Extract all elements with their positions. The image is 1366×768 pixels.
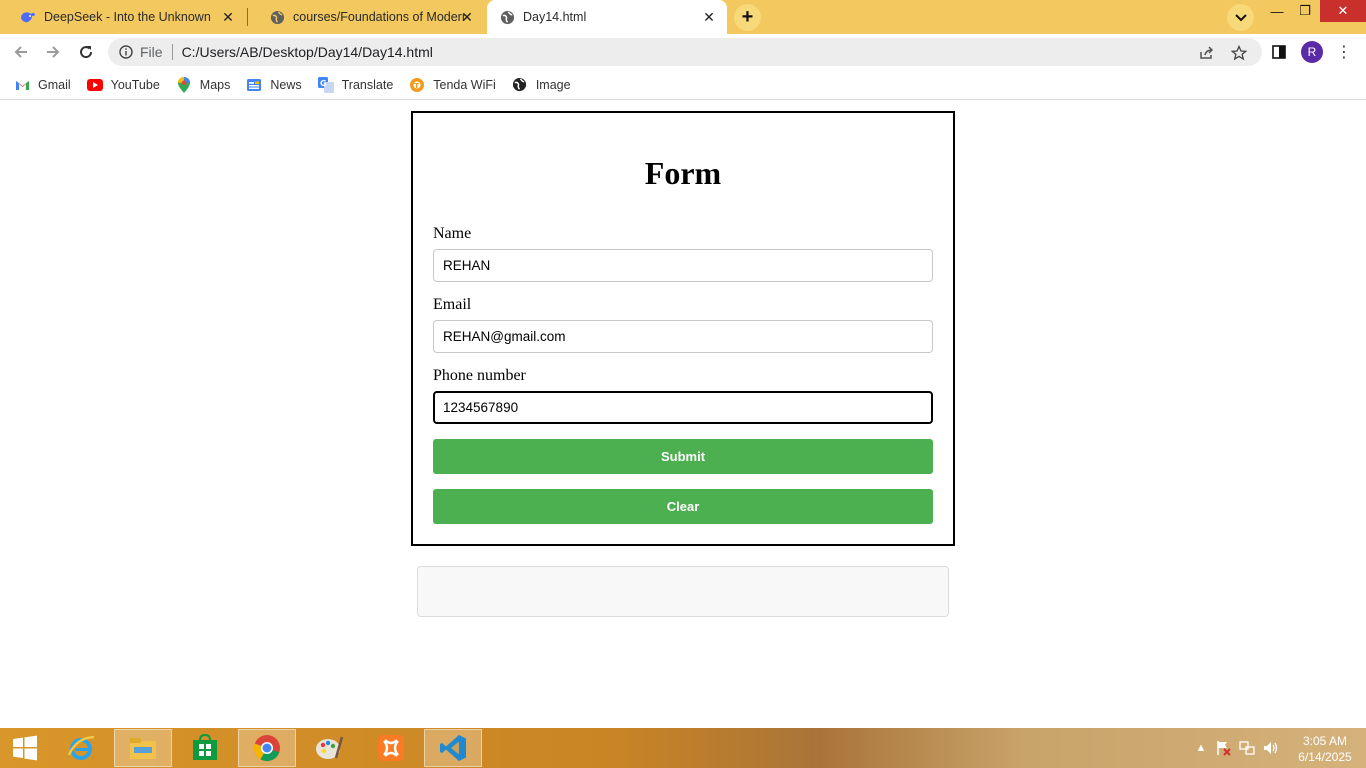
bookmark-translate[interactable]: G Translate [317, 73, 394, 97]
paint-icon [316, 736, 344, 759]
chevron-down-icon [1234, 13, 1247, 21]
more-menu-icon[interactable]: ⋮ [1333, 41, 1355, 63]
restore-button[interactable]: ❐ [1290, 0, 1320, 22]
tab-title: DeepSeek - Into the Unknown [44, 10, 211, 24]
bookmark-label: YouTube [110, 77, 160, 92]
file-explorer-icon [130, 738, 156, 759]
profile-avatar[interactable]: R [1301, 41, 1323, 63]
show-hidden-icons-icon[interactable]: ▲ [1193, 740, 1209, 756]
chrome-icon [253, 735, 280, 762]
bookmark-label: Tenda WiFi [433, 77, 496, 92]
address-divider [171, 44, 173, 60]
address-bar[interactable]: File C:/Users/AB/Desktop/Day14/Day14.htm… [108, 38, 1262, 66]
bookmark-maps[interactable]: Maps [176, 73, 231, 97]
bookmark-gmail[interactable]: Gmail [14, 73, 71, 97]
form-container: Form Name REHAN Email REHAN@gmail.com Ph… [411, 111, 955, 546]
store-icon [193, 734, 217, 760]
tab-deepseek[interactable]: DeepSeek - Into the Unknown ✕ [0, 0, 246, 34]
new-tab-button[interactable]: + [734, 4, 761, 31]
tab-day14[interactable]: Day14.html ✕ [487, 0, 727, 34]
arrow-right-icon [47, 46, 60, 58]
close-icon[interactable]: ✕ [220, 9, 236, 25]
globe-icon [269, 9, 285, 25]
start-button[interactable] [0, 729, 50, 767]
close-icon[interactable]: ✕ [459, 9, 475, 25]
image-globe-icon [512, 77, 528, 93]
share-icon[interactable] [1198, 44, 1216, 62]
taskbar-store[interactable] [176, 729, 234, 767]
tab-title: Day14.html [523, 10, 587, 24]
taskbar-paint[interactable] [300, 729, 358, 767]
bookmark-tenda-wifi[interactable]: T Tenda WiFi [409, 73, 496, 97]
info-icon[interactable] [118, 44, 134, 60]
taskbar-vscode[interactable] [424, 729, 482, 767]
bookmark-label: Maps [199, 77, 231, 92]
tenda-icon: T [409, 77, 425, 93]
svg-text:G: G [320, 79, 327, 88]
taskbar-xampp[interactable] [362, 729, 420, 767]
bookmark-image[interactable]: Image [512, 73, 571, 97]
scheme-label: File [140, 44, 163, 60]
clock-date: 6/14/2025 [1298, 750, 1352, 764]
bookmark-star-icon[interactable] [1230, 44, 1248, 62]
arrow-left-icon [14, 46, 27, 58]
clear-button[interactable]: Clear [433, 489, 933, 524]
browser-toolbar: File C:/Users/AB/Desktop/Day14/Day14.htm… [0, 34, 1366, 70]
news-icon [246, 77, 262, 93]
forward-button[interactable] [41, 40, 65, 64]
tab-title: courses/Foundations of Modern [293, 10, 465, 24]
bookmark-label: News [270, 77, 302, 92]
tab-search-button[interactable] [1227, 4, 1254, 31]
tab-divider [247, 8, 248, 26]
bookmarks-bar: Gmail YouTube Maps News G Translate T Te… [0, 70, 1366, 100]
start-icon [13, 735, 37, 761]
taskbar-file-explorer[interactable] [114, 729, 172, 767]
globe-icon [499, 9, 515, 25]
side-panel-button[interactable] [1268, 41, 1290, 63]
action-center-flag-icon[interactable] [1215, 740, 1231, 756]
xampp-icon [378, 735, 404, 761]
phone-label: Phone number [433, 367, 526, 384]
side-panel-icon [1272, 45, 1286, 59]
form-title: Form [644, 155, 722, 191]
windows-taskbar: ▲ 3:05 AM 6/14/2025 [0, 728, 1366, 768]
bookmark-youtube[interactable]: YouTube [86, 73, 160, 97]
name-label: Name [433, 225, 472, 242]
submit-button[interactable]: Submit [433, 439, 933, 474]
translate-icon: G [317, 76, 334, 93]
internet-explorer-icon [67, 735, 95, 760]
browser-tabstrip: DeepSeek - Into the Unknown ✕ courses/Fo… [0, 0, 1366, 34]
window-close-button[interactable]: ✕ [1320, 0, 1366, 22]
email-label: Email [433, 296, 472, 313]
back-button[interactable] [9, 40, 33, 64]
gmail-icon [14, 77, 30, 93]
phone-input[interactable]: 1234567890 [433, 391, 933, 424]
youtube-icon [86, 77, 103, 93]
tab-courses[interactable]: courses/Foundations of Modern ✕ [249, 0, 485, 34]
svg-text:T: T [414, 81, 419, 89]
minimize-button[interactable]: — [1262, 0, 1292, 22]
network-icon[interactable] [1239, 740, 1255, 756]
bookmark-label: Image [535, 77, 571, 92]
reload-button[interactable] [74, 40, 98, 64]
result-output [417, 566, 949, 617]
vscode-icon [440, 735, 466, 761]
bookmark-label: Gmail [38, 77, 71, 92]
name-input[interactable]: REHAN [433, 249, 933, 282]
deepseek-whale-icon [20, 9, 36, 25]
url-text[interactable]: C:/Users/AB/Desktop/Day14/Day14.html [182, 44, 433, 60]
taskbar-chrome[interactable] [238, 729, 296, 767]
reload-icon [80, 46, 93, 59]
bookmark-label: Translate [341, 77, 394, 92]
maps-pin-icon [176, 76, 192, 93]
bookmark-news[interactable]: News [246, 73, 302, 97]
email-input[interactable]: REHAN@gmail.com [433, 320, 933, 353]
close-icon[interactable]: ✕ [701, 9, 717, 25]
clock-time: 3:05 AM [1302, 734, 1348, 748]
volume-icon[interactable] [1263, 740, 1279, 756]
system-clock[interactable]: 3:05 AM 6/14/2025 [1290, 733, 1360, 765]
taskbar-internet-explorer[interactable] [52, 729, 110, 767]
